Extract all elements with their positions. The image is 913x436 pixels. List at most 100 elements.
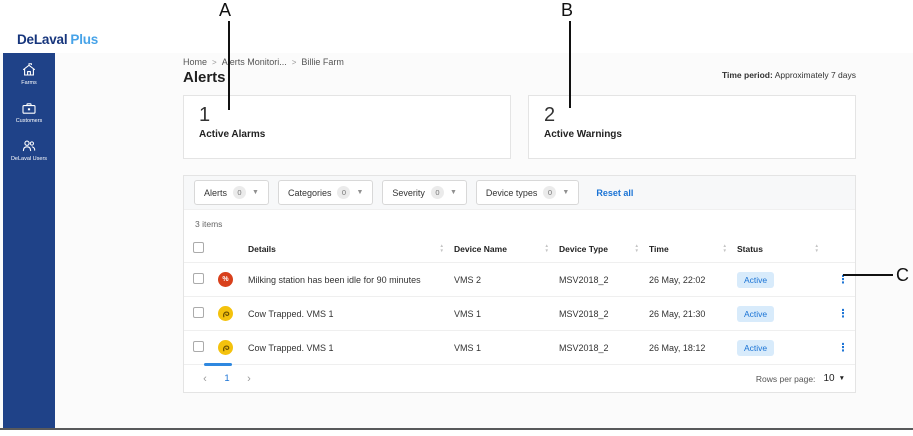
select-all-checkbox[interactable] [193, 242, 204, 253]
filter-dropdown-device-types[interactable]: Device types 0 ▼ [476, 180, 579, 205]
filter-count-badge: 0 [233, 186, 246, 199]
column-header-device-type[interactable]: Device Type [559, 244, 608, 254]
filter-dropdown-categories[interactable]: Categories 0 ▼ [278, 180, 373, 205]
chevron-down-icon: ▼ [252, 189, 259, 196]
sort-icon[interactable]: ▲▼ [440, 244, 444, 253]
device-type: MSV2018_2 [559, 275, 649, 285]
status-badge[interactable]: Active [737, 272, 774, 288]
rows-per-page: Rows per page: 10 ▼ [756, 373, 845, 384]
filter-label: Device types [486, 188, 538, 198]
sidebar-nav: Farms Customers [3, 53, 55, 428]
prev-page-button[interactable]: ‹ [194, 373, 216, 385]
summary-cards: 1 Active Alarms 2 Active Warnings [183, 95, 856, 159]
chevron-down-icon: ▼ [356, 189, 363, 196]
device-name: VMS 1 [454, 343, 559, 353]
table-row: Cow Trapped. VMS 1 VMS 1 MSV2018_2 26 Ma… [184, 330, 855, 364]
breadcrumb-separator: > [292, 58, 297, 67]
active-warnings-card[interactable]: 2 Active Warnings [528, 95, 856, 159]
rows-per-page-select[interactable]: 10 [823, 373, 834, 384]
app-window: DeLavalPlus Farms [0, 25, 913, 430]
breadcrumb-billie-farm[interactable]: Billie Farm [301, 57, 344, 67]
column-header-status[interactable]: Status [737, 244, 763, 254]
alert-details: Cow Trapped. VMS 1 [248, 309, 454, 319]
next-page-button[interactable]: › [238, 373, 260, 385]
main-content: Home > Alerts Monitori... > Billie Farm … [183, 53, 856, 428]
sidebar-item-farms[interactable]: Farms [3, 63, 55, 86]
breadcrumb-separator: > [212, 58, 217, 67]
row-checkbox[interactable] [193, 341, 204, 352]
sidebar-item-label: Customers [16, 118, 43, 124]
rows-per-page-label: Rows per page: [756, 374, 816, 384]
top-header: DeLavalPlus [0, 25, 913, 53]
row-checkbox[interactable] [193, 273, 204, 284]
callout-label-a: A [219, 0, 231, 21]
callout-label-b: B [561, 0, 573, 21]
farm-icon [21, 63, 37, 77]
alerts-table-card: Alerts 0 ▼ Categories 0 ▼ Severity 0 [183, 175, 856, 393]
alert-details: Cow Trapped. VMS 1 [248, 343, 454, 353]
active-alarms-label: Active Alarms [199, 129, 495, 140]
device-name: VMS 2 [454, 275, 559, 285]
alert-details: Milking station has been idle for 90 min… [248, 275, 454, 285]
device-name: VMS 1 [454, 309, 559, 319]
filter-count-badge: 0 [543, 186, 556, 199]
sidebar-item-customers[interactable]: Customers [3, 101, 55, 124]
logo-text-delaval: DeLaval [17, 32, 67, 47]
sort-icon[interactable]: ▲▼ [545, 244, 549, 253]
sort-icon[interactable]: ▲▼ [815, 244, 819, 253]
time-period-label: Time period: [722, 70, 773, 80]
sidebar-item-delaval-users[interactable]: DeLaval Users [3, 139, 55, 162]
filter-bar: Alerts 0 ▼ Categories 0 ▼ Severity 0 [184, 176, 855, 210]
sidebar-item-label: Farms [21, 80, 37, 86]
device-type: MSV2018_2 [559, 343, 649, 353]
alert-time: 26 May, 18:12 [649, 343, 737, 353]
sort-icon[interactable]: ▲▼ [723, 244, 727, 253]
status-badge[interactable]: Active [737, 340, 774, 356]
filter-dropdown-alerts[interactable]: Alerts 0 ▼ [194, 180, 269, 205]
table-row: Cow Trapped. VMS 1 VMS 1 MSV2018_2 26 Ma… [184, 296, 855, 330]
callout-label-c: C [896, 265, 909, 286]
callout-line-c [843, 274, 893, 276]
reset-all-link[interactable]: Reset all [596, 188, 633, 198]
page-number[interactable]: 1 [216, 373, 238, 384]
pagination: ‹ 1 › Rows per page: 10 ▼ [184, 364, 855, 392]
device-type: MSV2018_2 [559, 309, 649, 319]
callout-line-a [228, 21, 230, 110]
table-header-row: Details ▲▼ Device Name ▲▼ Device Type ▲▼ [184, 235, 855, 262]
breadcrumb-home[interactable]: Home [183, 57, 207, 67]
alarm-severity-icon: % [218, 272, 233, 287]
filter-dropdown-severity[interactable]: Severity 0 ▼ [382, 180, 466, 205]
filter-label: Alerts [204, 188, 227, 198]
active-alarms-card[interactable]: 1 Active Alarms [183, 95, 511, 159]
active-warnings-label: Active Warnings [544, 129, 840, 140]
app-body: Farms Customers [0, 53, 913, 428]
delaval-plus-logo[interactable]: DeLavalPlus [17, 32, 98, 47]
alert-time: 26 May, 22:02 [649, 275, 737, 285]
time-period-value: Approximately 7 days [775, 70, 856, 80]
chevron-down-icon[interactable]: ▼ [839, 375, 845, 382]
warning-severity-icon [218, 340, 233, 355]
column-header-details[interactable]: Details [248, 244, 276, 254]
filter-label: Categories [288, 188, 332, 198]
filter-count-badge: 0 [431, 186, 444, 199]
active-warnings-count: 2 [544, 104, 840, 127]
row-actions-menu-icon[interactable]: ⋮ [829, 307, 857, 320]
logo-text-plus: Plus [70, 32, 98, 47]
screenshot-canvas: A B C DeLavalPlus Farms [0, 0, 913, 436]
callout-line-b [569, 21, 571, 108]
sidebar-item-label: DeLaval Users [11, 156, 47, 162]
row-checkbox[interactable] [193, 307, 204, 318]
column-header-time[interactable]: Time [649, 244, 669, 254]
active-alarms-count: 1 [199, 104, 495, 127]
row-actions-menu-icon[interactable]: ⋮ [829, 341, 857, 354]
active-page-indicator [204, 363, 232, 366]
breadcrumb-alerts-monitoring[interactable]: Alerts Monitori... [222, 57, 287, 67]
filter-label: Severity [392, 188, 425, 198]
filter-count-badge: 0 [337, 186, 350, 199]
items-count: 3 items [184, 210, 855, 235]
column-header-device-name[interactable]: Device Name [454, 244, 507, 254]
breadcrumb: Home > Alerts Monitori... > Billie Farm [183, 57, 856, 67]
status-badge[interactable]: Active [737, 306, 774, 322]
sort-icon[interactable]: ▲▼ [635, 244, 639, 253]
chevron-down-icon: ▼ [450, 189, 457, 196]
